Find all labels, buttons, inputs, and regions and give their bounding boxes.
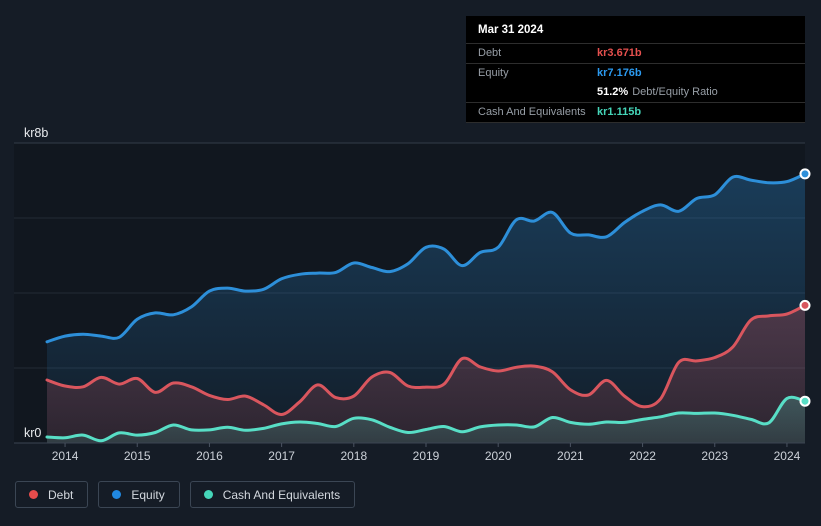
tooltip-cash-label: Cash And Equivalents <box>478 106 586 118</box>
equity-series-dot <box>112 490 122 499</box>
legend-item-cash[interactable]: Cash And Equivalents <box>189 481 356 508</box>
cash-series-dot <box>203 490 213 499</box>
tooltip-debt-row: Debt kr3.671b <box>466 44 805 64</box>
legend-item-debt[interactable]: Debt <box>15 481 89 508</box>
tooltip-ratio-value: 51.2% <box>597 86 629 98</box>
legend-item-equity[interactable]: Equity <box>98 481 180 508</box>
tooltip-cash-row: Cash And Equivalents kr1.115b <box>466 103 805 123</box>
tooltip-debt-value: kr3.671b <box>597 47 642 59</box>
tooltip-equity-value: kr7.176b <box>597 67 642 79</box>
equity-endpoint-marker <box>799 168 811 180</box>
tooltip-ratio-row: 51.2% Debt/Equity Ratio <box>466 83 805 103</box>
tooltip-equity-row: Equity kr7.176b <box>466 64 805 83</box>
x-tick-label-2022: 2022 <box>629 449 656 463</box>
y-axis-label-max: kr8b <box>24 126 48 140</box>
x-tick-label-2019: 2019 <box>413 449 440 463</box>
x-tick-label-2015: 2015 <box>124 449 151 463</box>
debt-equity-history-chart: 2014 2015 2016 2017 2018 2019 2020 2021 2022 2023… <box>0 0 821 526</box>
legend-label-debt: Debt <box>48 487 74 502</box>
x-tick-label-2021: 2021 <box>557 449 584 463</box>
x-tick-label-2020: 2020 <box>485 449 512 463</box>
tooltip-date: Mar 31 2024 <box>466 16 805 44</box>
x-tick-label-2024: 2024 <box>774 449 801 463</box>
x-tick-label-2016: 2016 <box>196 449 223 463</box>
x-tick-label-2023: 2023 <box>701 449 728 463</box>
legend-label-equity: Equity <box>131 487 165 502</box>
tooltip-ratio-label: Debt/Equity Ratio <box>632 86 718 98</box>
y-axis-label-min: kr0 <box>24 426 41 440</box>
tooltip-debt-label: Debt <box>478 47 502 59</box>
tooltip-equity-label: Equity <box>478 67 509 79</box>
legend-label-cash: Cash And Equivalents <box>222 487 341 502</box>
debt-endpoint-marker <box>799 299 811 311</box>
chart-legend: Debt Equity Cash And Equivalents <box>15 481 356 508</box>
chart-tooltip: Mar 31 2024 Debt kr3.671b Equity kr7.176… <box>466 16 805 123</box>
x-tick-label-2017: 2017 <box>268 449 295 463</box>
x-tick-label-2014: 2014 <box>52 449 79 463</box>
x-tick-label-2018: 2018 <box>340 449 367 463</box>
cash-endpoint-marker <box>799 395 811 407</box>
tooltip-cash-value: kr1.115b <box>597 106 642 118</box>
debt-series-dot <box>29 490 38 499</box>
